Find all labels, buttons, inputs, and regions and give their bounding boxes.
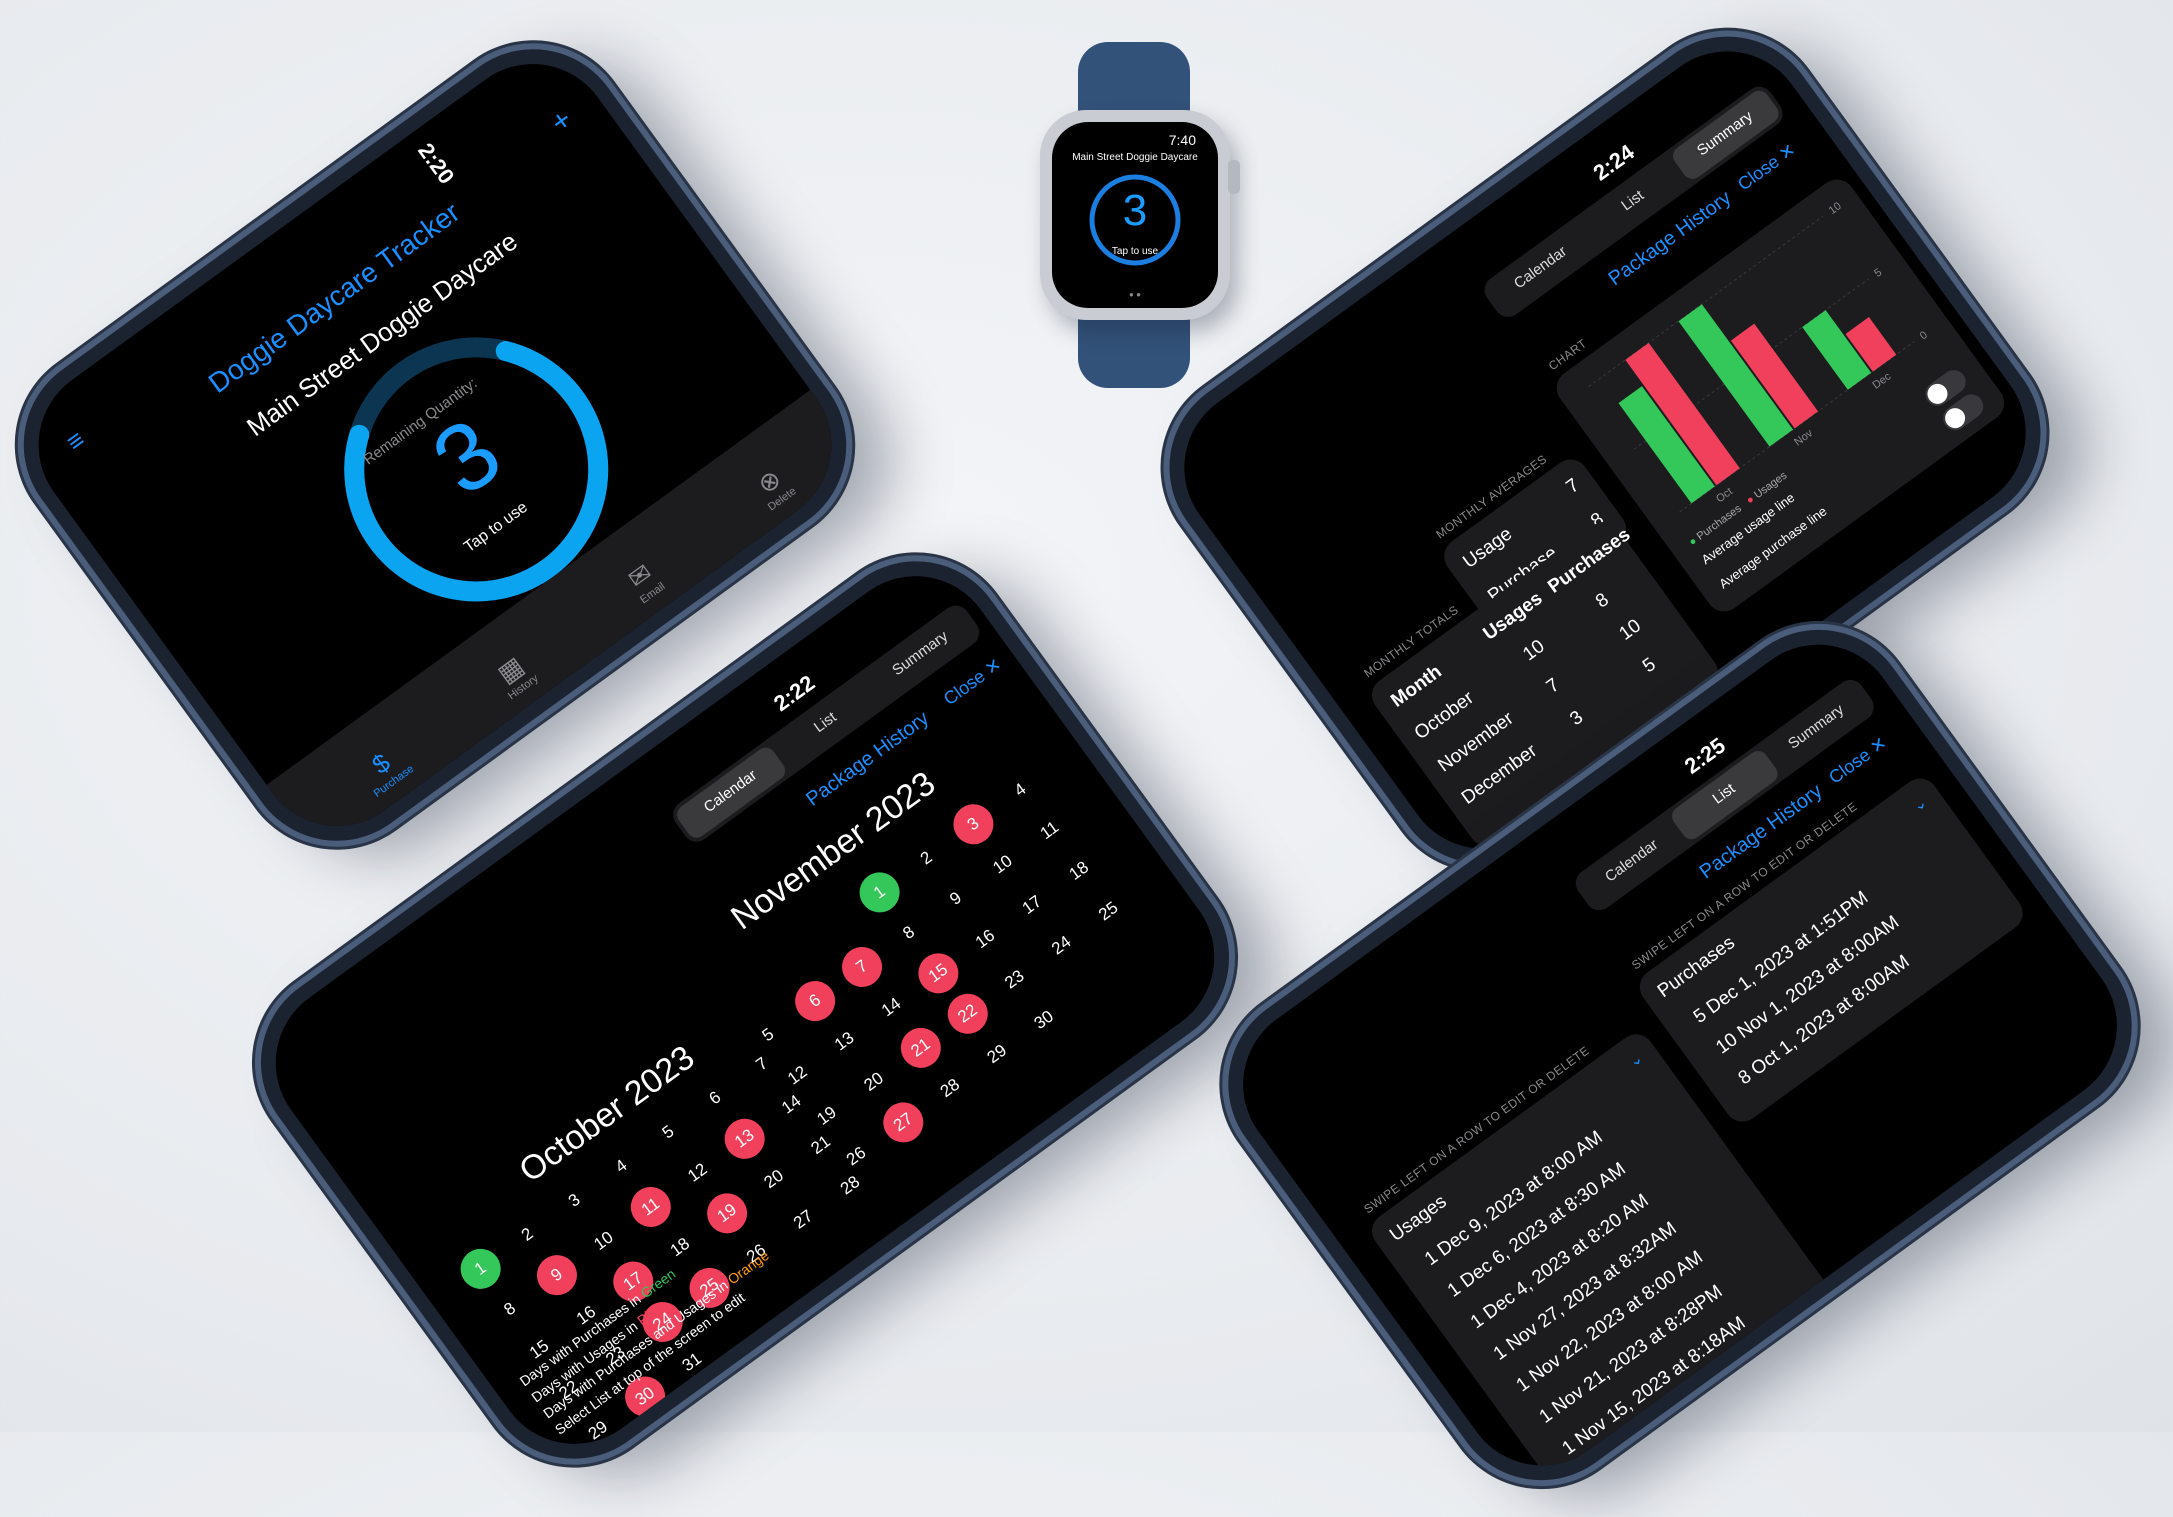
calendar-day[interactable]: 18 — [1051, 843, 1107, 899]
totals-row-purchases: 10 — [1615, 615, 1645, 645]
calendar-day[interactable]: 6 — [687, 1070, 743, 1126]
calendar-day[interactable]: 5 — [640, 1105, 696, 1161]
calendar-day[interactable]: 9 — [529, 1247, 585, 1304]
watch-count: 3 — [1122, 186, 1148, 235]
calendar-day[interactable]: 7 — [734, 1036, 790, 1092]
calendar-day[interactable]: 30 — [1016, 992, 1072, 1048]
calendar-day[interactable]: 29 — [969, 1026, 1025, 1082]
usage-list: 1 Dec 9, 2023 at 8:00 AM 1 Dec 6, 2023 at… — [1365, 1027, 1787, 1497]
calendar-day[interactable]: 20 — [846, 1054, 902, 1110]
calendar-day[interactable]: 9 — [928, 871, 984, 927]
calendar-day[interactable]: 10 — [975, 837, 1031, 893]
calendar-day[interactable]: 8 — [881, 905, 937, 961]
calendar-day[interactable]: 15 — [910, 945, 967, 1002]
phone-list: 2:25 Calendar List Summary Package Histo… — [1191, 593, 2169, 1517]
add-icon[interactable]: + — [545, 103, 579, 141]
calendar-day[interactable]: 24 — [1034, 918, 1090, 974]
watch-tap-hint: Tap to use — [1111, 246, 1159, 257]
average-usage-label: Usage — [1459, 523, 1517, 573]
watch-crown[interactable] — [1228, 160, 1240, 194]
calendar-day[interactable]: 11 — [1022, 803, 1078, 859]
calendar-day[interactable]: 16 — [957, 911, 1013, 967]
calendar-day[interactable]: 4 — [992, 762, 1048, 818]
watch-daycare-name: Main Street Doggie Daycare — [1072, 152, 1198, 163]
average-usage-value: 7 — [1562, 474, 1584, 498]
watch-time: 7:40 — [1168, 132, 1196, 148]
totals-row-usages: 3 — [1566, 706, 1588, 731]
calendar-day[interactable]: 2 — [500, 1207, 556, 1263]
calendar-day[interactable]: 6 — [787, 973, 844, 1029]
usages-chevron-icon[interactable]: ⌄ — [1624, 1048, 1647, 1072]
totals-row-purchases: 5 — [1639, 653, 1660, 678]
calendar-day[interactable]: 14 — [764, 1077, 820, 1133]
calendar-day[interactable]: 12 — [670, 1145, 726, 1201]
calendar-day[interactable]: 2 — [899, 830, 955, 886]
chart-y-tick: 10 — [1827, 200, 1844, 217]
segment-calendar[interactable]: Calendar — [1485, 221, 1598, 317]
calendar-day[interactable]: 13 — [817, 1014, 873, 1070]
chart-y-tick: 5 — [1872, 266, 1884, 279]
history-segmented-control[interactable]: Calendar List Summary — [667, 599, 985, 848]
calendar-day[interactable]: 11 — [622, 1179, 679, 1235]
chart-gridline — [1588, 215, 1824, 387]
calendar-day[interactable]: 28 — [922, 1060, 978, 1116]
purchases-chevron-icon[interactable]: ⌄ — [1908, 792, 1931, 816]
close-icon: ✕ — [1866, 732, 1891, 758]
calendar-day[interactable]: 3 — [945, 796, 1002, 853]
calendar-day[interactable]: 4 — [593, 1139, 649, 1195]
calendar-day[interactable]: 13 — [716, 1110, 773, 1167]
calendar-day[interactable]: 10 — [576, 1213, 632, 1269]
close-icon: ✕ — [1775, 139, 1800, 165]
totals-row-purchases: 8 — [1591, 589, 1613, 613]
calendar-day[interactable]: 7 — [834, 939, 891, 995]
chart-x-tick: Nov — [1792, 427, 1815, 449]
chart-x-tick: Oct — [1714, 486, 1735, 506]
close-icon: ✕ — [981, 654, 1006, 680]
calendar-day[interactable]: 14 — [864, 979, 920, 1035]
watch-screen: 7:40 Main Street Doggie Daycare 3 Tap to… — [1052, 122, 1218, 308]
usages-card: Usages ⌄ 1 Dec 9, 2023 at 8:00 AM 1 Dec 6… — [1364, 1027, 1887, 1498]
calendar-day[interactable]: 21 — [892, 1019, 949, 1076]
calendar-day[interactable]: 22 — [939, 985, 996, 1042]
close-button[interactable]: Close ✕ — [940, 654, 1006, 710]
calendar-day[interactable]: 25 — [1081, 884, 1137, 940]
totals-col-month: Month — [1387, 661, 1446, 712]
segment-calendar[interactable]: Calendar — [1576, 814, 1689, 910]
menu-icon[interactable]: ≡ — [60, 424, 90, 458]
calendar-day[interactable]: 1 — [452, 1240, 509, 1297]
calendar-day[interactable]: 27 — [875, 1094, 932, 1151]
chart-x-tick: Dec — [1870, 370, 1893, 392]
segment-calendar[interactable]: Calendar — [673, 743, 790, 842]
calendar-day[interactable]: 17 — [1004, 877, 1060, 933]
calendar-day[interactable]: 3 — [547, 1173, 603, 1229]
calendar-day[interactable]: 8 — [482, 1281, 538, 1337]
calendar-day[interactable]: 1 — [851, 864, 908, 921]
status-time: 2:20 — [413, 138, 460, 189]
calendar-day[interactable]: 23 — [987, 952, 1043, 1008]
watch-page-dots: ● ● — [1129, 290, 1141, 299]
totals-row-usages: 7 — [1542, 674, 1564, 698]
chart-y-tick: 0 — [1918, 329, 1930, 342]
totals-row-usages: 10 — [1519, 635, 1549, 666]
